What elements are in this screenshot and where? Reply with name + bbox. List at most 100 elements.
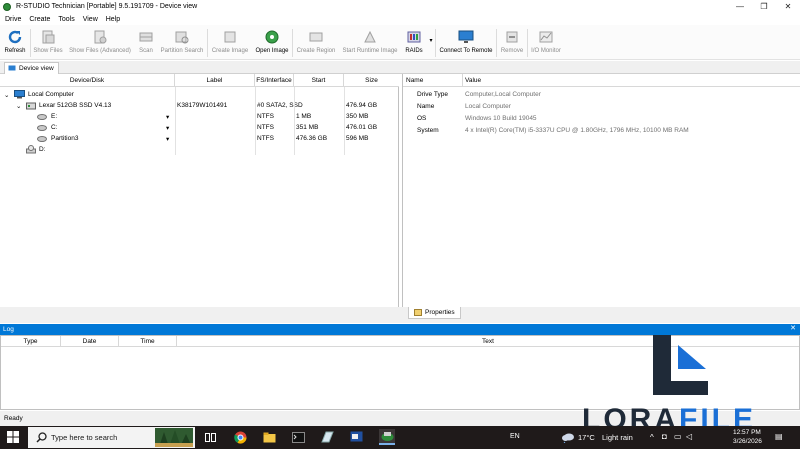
partition-search-button[interactable]: Partition Search <box>157 25 207 59</box>
minimize-button[interactable]: — <box>728 0 752 13</box>
volume-icon[interactable]: ◁ <box>686 432 692 441</box>
io-monitor-button[interactable]: I/O Monitor <box>528 25 564 59</box>
language-indicator[interactable]: EN <box>510 433 520 440</box>
windows-taskbar: Type here to search EN 17°C Light rain ^… <box>0 426 800 449</box>
raids-button[interactable]: RAIDs <box>401 25 427 59</box>
taskbar-search-box[interactable]: Type here to search <box>28 427 195 448</box>
terminal-icon[interactable] <box>290 429 306 445</box>
clock-date[interactable]: 3/26/2026 <box>733 438 762 445</box>
show-files-button[interactable]: Show Files <box>31 25 65 59</box>
file-explorer-icon[interactable] <box>261 429 277 445</box>
app-icon <box>3 2 11 11</box>
tab-strip: Device view <box>0 61 800 74</box>
menu-help[interactable]: Help <box>106 16 120 23</box>
column-header-fs[interactable]: FS/Interface <box>255 74 294 87</box>
property-name: Drive Type <box>417 91 448 98</box>
menu-create[interactable]: Create <box>29 16 50 23</box>
tree-row-partition3[interactable]: Partition3 ▾ NTFS 476.36 GB 596 MB <box>0 133 399 144</box>
app-window-icon[interactable] <box>348 429 364 445</box>
device-fs: NTFS <box>257 113 274 120</box>
close-icon[interactable]: ✕ <box>790 324 796 332</box>
tab-device-view[interactable]: Device view <box>4 62 59 74</box>
camera-icon[interactable]: ◘ <box>662 432 667 441</box>
remove-button[interactable]: Remove <box>497 25 527 59</box>
column-header-label[interactable]: Label <box>175 74 255 87</box>
device-fs: NTFS <box>257 135 274 142</box>
search-placeholder: Type here to search <box>51 433 118 442</box>
property-row[interactable]: OS Windows 10 Build 19045 <box>403 113 800 124</box>
chrome-icon[interactable] <box>232 429 248 445</box>
row-dropdown-arrow[interactable]: ▾ <box>166 111 174 122</box>
task-view-icon[interactable] <box>202 429 218 445</box>
r-studio-taskbar-icon[interactable] <box>379 429 395 445</box>
create-region-label: Create Region <box>296 48 336 54</box>
create-image-button[interactable]: Create Image <box>208 25 252 59</box>
create-image-icon <box>221 28 239 46</box>
menu-drive[interactable]: Drive <box>5 16 21 23</box>
connect-to-remote-button[interactable]: Connect To Remote <box>436 25 496 59</box>
network-icon[interactable]: ▭ <box>674 432 682 441</box>
properties-header-name[interactable]: Name <box>403 74 463 87</box>
status-text: Ready <box>4 415 23 422</box>
notification-icon[interactable]: ▤ <box>775 432 783 441</box>
open-image-icon <box>263 28 281 46</box>
device-name: Partition3 <box>51 135 79 142</box>
collapse-icon[interactable]: ⌄ <box>4 89 14 100</box>
tree-row-partition-c[interactable]: C: ▾ NTFS 351 MB 476.01 GB <box>0 122 399 133</box>
grid-line <box>175 87 176 155</box>
device-fs: NTFS <box>257 124 274 131</box>
menu-view[interactable]: View <box>83 16 98 23</box>
tree-row-lexar-disk[interactable]: ⌄ Lexar 512GB SSD V4.13 K38179W101491 #0… <box>0 100 399 111</box>
device-size: 596 MB <box>346 135 369 142</box>
close-button[interactable]: ✕ <box>776 0 800 13</box>
device-label: K38179W101491 <box>177 102 228 109</box>
column-header-start[interactable]: Start <box>294 74 344 87</box>
device-size: 350 MB <box>346 113 369 120</box>
raids-dropdown-arrow[interactable]: ▾ <box>427 25 435 59</box>
properties-header-value[interactable]: Value <box>463 74 800 87</box>
menu-bar: Drive Create Tools View Help <box>0 13 800 25</box>
open-image-button[interactable]: Open Image <box>252 25 292 59</box>
partition-drive-icon <box>37 111 49 122</box>
log-column-type[interactable]: Type <box>1 336 61 347</box>
create-region-button[interactable]: Create Region <box>293 25 339 59</box>
scan-button[interactable]: Scan <box>135 25 157 59</box>
log-column-date[interactable]: Date <box>61 336 119 347</box>
menu-tools[interactable]: Tools <box>58 16 74 23</box>
tree-row-drive-d[interactable]: D: <box>0 144 399 155</box>
device-start: 1 MB <box>296 113 312 120</box>
io-monitor-label: I/O Monitor <box>531 48 561 54</box>
property-row[interactable]: System 4 x Intel(R) Core(TM) i5-3337U CP… <box>403 125 800 136</box>
windows-start-icon[interactable] <box>7 431 19 443</box>
collapse-icon[interactable]: ⌄ <box>16 100 26 111</box>
device-start: 476.36 GB <box>296 135 328 142</box>
show-files-advanced-button[interactable]: Show Files (Advanced) <box>65 25 135 59</box>
column-header-device[interactable]: Device/Disk <box>0 74 175 87</box>
maximize-button[interactable]: ❐ <box>752 0 776 13</box>
refresh-button[interactable]: Refresh <box>0 25 30 59</box>
tree-row-local-computer[interactable]: ⌄ Local Computer <box>0 89 399 100</box>
tab-properties[interactable]: Properties <box>408 307 461 319</box>
log-column-time[interactable]: Time <box>119 336 177 347</box>
partition-search-label: Partition Search <box>160 48 204 54</box>
row-dropdown-arrow[interactable]: ▾ <box>166 122 174 133</box>
io-monitor-icon <box>537 28 555 46</box>
optical-drive-icon <box>26 144 38 155</box>
partition-search-icon <box>173 28 191 46</box>
clock-time[interactable]: 12:57 PM <box>733 429 761 436</box>
column-header-size[interactable]: Size <box>344 74 399 87</box>
tree-row-partition-e[interactable]: E: ▾ NTFS 1 MB 350 MB <box>0 111 399 122</box>
weather-description[interactable]: Light rain <box>602 433 633 442</box>
grid-line <box>294 87 295 155</box>
property-row[interactable]: Drive Type Computer,Local Computer <box>403 89 800 100</box>
notes-app-icon[interactable] <box>319 429 335 445</box>
row-dropdown-arrow[interactable]: ▾ <box>166 133 174 144</box>
property-row[interactable]: Name Local Computer <box>403 101 800 112</box>
refresh-icon <box>6 28 24 46</box>
device-name: Local Computer <box>28 91 74 98</box>
start-runtime-image-button[interactable]: Start Runtime Image <box>339 25 401 59</box>
weather-temperature[interactable]: 17°C <box>578 433 595 442</box>
refresh-label: Refresh <box>4 48 26 54</box>
chevron-up-icon[interactable]: ^ <box>650 433 654 442</box>
raids-icon <box>405 28 423 46</box>
